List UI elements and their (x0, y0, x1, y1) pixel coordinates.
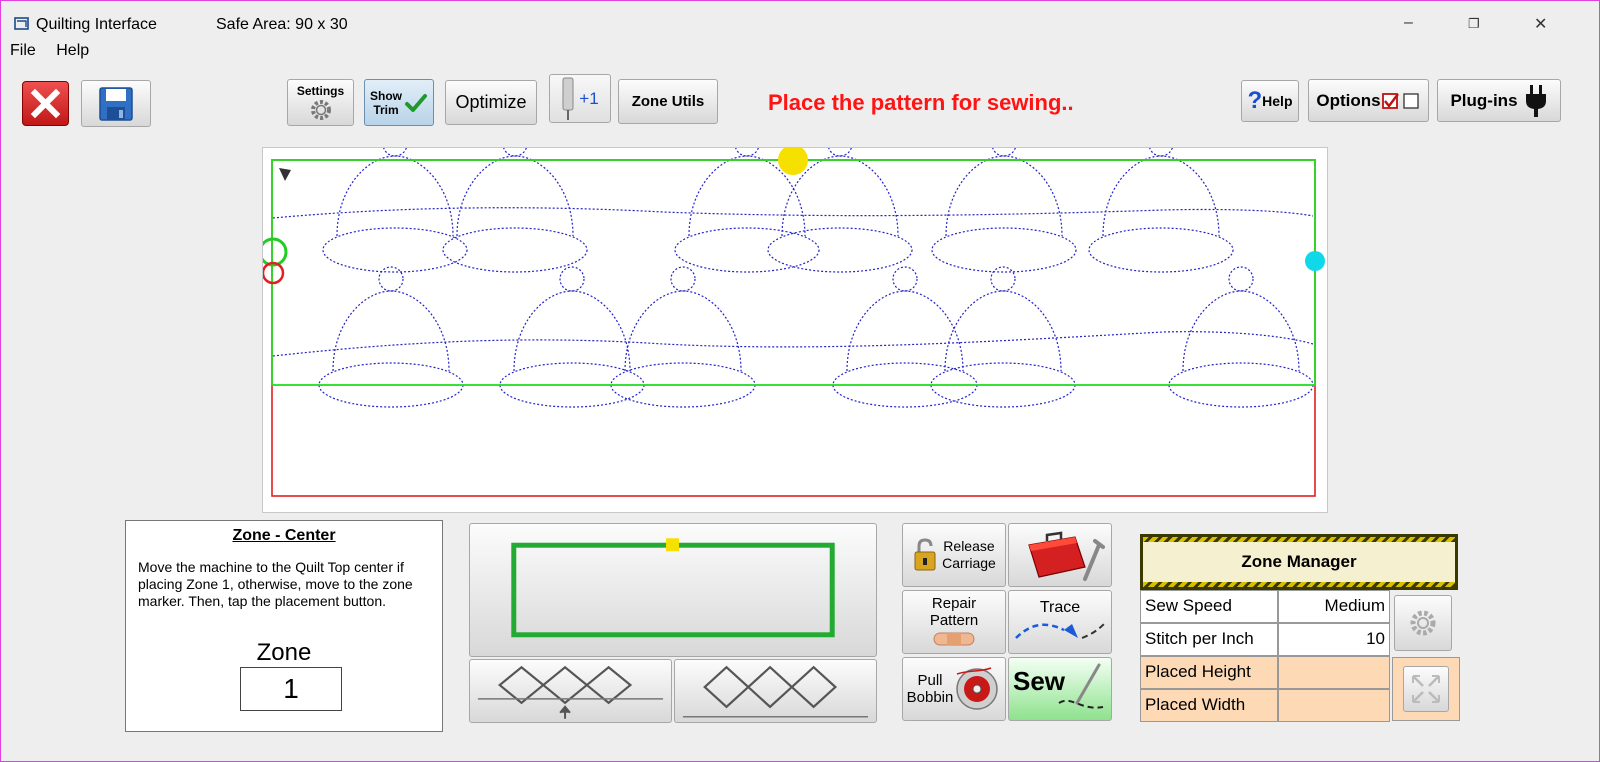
release-carriage-label-2: Carriage (942, 555, 996, 571)
sew-button[interactable]: Sew (1008, 657, 1112, 721)
place-right-zones-button[interactable] (674, 659, 877, 723)
needle-plus-one-label: +1 (579, 88, 599, 108)
hat-motif (832, 266, 978, 408)
plug-icon (1525, 84, 1546, 117)
exit-button[interactable] (22, 81, 69, 126)
place-center-button[interactable] (469, 523, 877, 657)
trace-button[interactable]: Trace (1008, 590, 1112, 654)
pattern-canvas[interactable] (258, 131, 1328, 513)
window-close-button[interactable]: ✕ (1534, 14, 1547, 34)
release-carriage-label-1: Release (943, 538, 995, 554)
needle-icon (562, 77, 574, 120)
hat-motif (318, 266, 464, 408)
settings-button[interactable]: Settings (287, 79, 354, 126)
zone-manager-button[interactable]: Zone Manager (1140, 534, 1458, 590)
sew-speed-label: Sew Speed (1140, 590, 1278, 623)
diamonds-icon (682, 665, 869, 718)
plugins-label: Plug-ins (1450, 90, 1518, 110)
placed-size-panel (1392, 657, 1460, 721)
pull-bobbin-label-1: Pull (917, 672, 943, 689)
zone-utils-button[interactable]: Zone Utils (618, 79, 718, 124)
show-trim-label-2: Trim (373, 102, 399, 117)
title-bar: Quilting Interface Safe Area: 90 x 30 – … (0, 8, 1600, 38)
origin-arrow-icon (279, 168, 291, 181)
checkmark-icon (405, 93, 427, 112)
placed-height-value (1278, 656, 1390, 689)
top-marker[interactable] (778, 145, 808, 175)
zone-label: Zone (256, 639, 312, 666)
minimize-button[interactable]: – (1404, 14, 1413, 32)
hat-motif (930, 266, 1076, 408)
restore-button[interactable]: ❐ (1468, 16, 1480, 32)
zone-outline-icon (511, 538, 835, 638)
right-marker[interactable] (1305, 251, 1325, 271)
gear-icon (1410, 610, 1436, 636)
place-left-zones-button[interactable] (469, 659, 672, 723)
optimize-button[interactable]: Optimize (445, 80, 537, 125)
zone-info-title: Zone - Center (232, 527, 336, 544)
plugins-button[interactable]: Plug-ins (1437, 79, 1561, 122)
pull-bobbin-button[interactable]: Pull Bobbin (902, 657, 1006, 721)
stitch-per-inch-value[interactable]: 10 (1278, 623, 1390, 656)
bobbin-icon (956, 667, 999, 710)
placed-width-label: Placed Width (1140, 689, 1278, 722)
stitch-per-inch-label: Stitch per Inch (1140, 623, 1278, 656)
zone-manager-label: Zone Manager (1241, 552, 1357, 571)
quilt-boundary (271, 159, 1316, 497)
status-message: Place the pattern for sewing.. (768, 90, 1074, 115)
sew-speed-value[interactable]: Medium (1278, 590, 1390, 623)
hat-motif (442, 131, 588, 273)
repair-pattern-label-1: Repair (931, 595, 977, 612)
zone-info-panel: Zone - Center Move the machine to the Qu… (125, 520, 443, 732)
pull-bobbin-label-2: Bobbin (906, 689, 954, 706)
zone-info-text: Move the machine to the Quilt Top center… (138, 559, 413, 609)
repair-pattern-button[interactable]: Repair Pattern (902, 590, 1006, 654)
hat-motif (499, 266, 645, 408)
diamonds-up-icon (477, 665, 664, 719)
close-icon (30, 88, 61, 119)
trace-label: Trace (1039, 598, 1081, 616)
window-title: Quilting Interface (36, 16, 157, 33)
app-icon (14, 17, 29, 30)
show-trim-toggle[interactable]: Show Trim (364, 79, 434, 126)
placed-height-label: Placed Height (1140, 656, 1278, 689)
lock-icon (914, 538, 936, 571)
toolbox-button[interactable] (1008, 523, 1112, 587)
hat-motif (610, 266, 756, 408)
hat-motif (1168, 266, 1314, 408)
stitch-settings-button[interactable] (1394, 595, 1452, 651)
options-label: Options (1316, 90, 1381, 110)
options-button[interactable]: Options (1308, 79, 1429, 122)
save-icon (99, 86, 133, 121)
help-icon: ? (1247, 87, 1263, 114)
expand-button[interactable] (1403, 666, 1449, 712)
repair-pattern-label-2: Pattern (929, 612, 979, 629)
release-carriage-button[interactable]: Release Carriage (902, 523, 1006, 587)
menu-bar: File Help (8, 42, 103, 64)
bandage-icon (933, 632, 975, 646)
sew-needle-icon (1058, 663, 1104, 709)
help-label: Help (1262, 93, 1293, 109)
show-trim-label-1: Show (370, 88, 402, 103)
toolbox-icon (1028, 531, 1105, 581)
placed-width-value (1278, 689, 1390, 722)
gear-icon (310, 100, 331, 120)
menu-file[interactable]: File (8, 42, 38, 60)
safe-area-label: Safe Area: 90 x 30 (216, 16, 348, 33)
pattern-drawing (258, 131, 1325, 497)
expand-icon (1412, 675, 1440, 703)
hat-motif (322, 131, 468, 273)
menu-help[interactable]: Help (54, 42, 91, 60)
help-button[interactable]: ? Help (1241, 80, 1299, 122)
checkbox-icon (1381, 92, 1419, 109)
start-point-marker[interactable] (258, 237, 288, 267)
settings-label: Settings (296, 84, 345, 98)
trace-arrow-icon (1015, 622, 1105, 639)
zone-number-field[interactable]: 1 (240, 667, 342, 711)
needle-plus-one-button[interactable]: +1 (549, 74, 611, 123)
save-button[interactable] (81, 80, 151, 127)
hat-motif (931, 131, 1077, 273)
